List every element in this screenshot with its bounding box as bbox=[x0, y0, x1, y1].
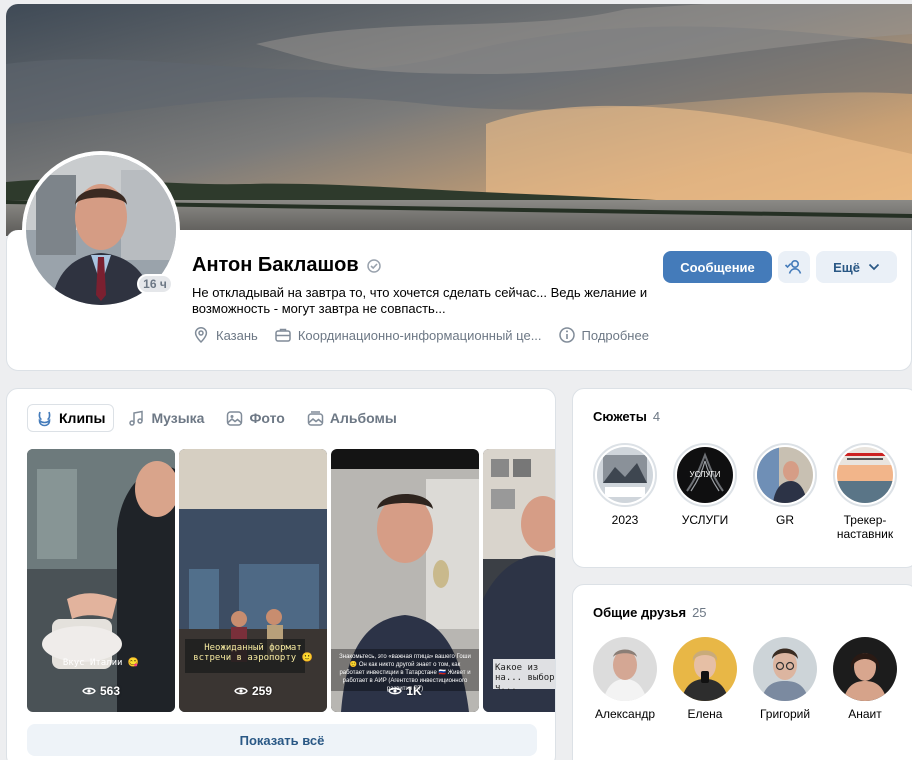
work-item[interactable]: Координационно-информационный це... bbox=[274, 326, 542, 344]
clip-item[interactable]: Знакомьтесь, это «важная птица» вашего Г… bbox=[331, 449, 479, 712]
friend-name: Александр bbox=[594, 707, 656, 721]
story-label: 2023 bbox=[611, 513, 639, 527]
svg-text:УСЛУГИ: УСЛУГИ bbox=[689, 470, 720, 479]
story-item[interactable]: УСЛУГИ УСЛУГИ bbox=[665, 443, 745, 527]
clip-views-count: 563 bbox=[99, 684, 121, 698]
message-button[interactable]: Сообщение bbox=[663, 251, 772, 283]
briefcase-icon bbox=[275, 328, 291, 342]
photo-icon bbox=[227, 410, 243, 426]
media-tabs: Клипы Музыка Фото Альбомы bbox=[27, 404, 405, 432]
tab-albums-label: Альбомы bbox=[329, 410, 397, 426]
story-item[interactable]: 2023 bbox=[585, 443, 665, 527]
avatar bbox=[673, 637, 737, 701]
tab-clips-label: Клипы bbox=[59, 410, 106, 426]
eye-icon bbox=[82, 687, 96, 695]
stories-card: Сюжеты 4 2023 УСЛУГИ УСЛУГИ GR Трекер-нас… bbox=[572, 388, 912, 568]
tab-photo-label: Фото bbox=[249, 410, 285, 426]
story-label: Трекер-наставник bbox=[836, 513, 894, 541]
story-label: УСЛУГИ bbox=[681, 513, 729, 527]
user-check-icon bbox=[784, 259, 802, 274]
chevron-down-icon bbox=[868, 263, 880, 271]
avatar bbox=[593, 637, 657, 701]
profile-name: Антон Баклашов bbox=[192, 254, 381, 277]
clip-item[interactable]: Какое из на... выбор ч... bbox=[483, 449, 555, 712]
clip-views-count: 1K bbox=[406, 684, 422, 698]
profile-name-text: Антон Баклашов bbox=[192, 254, 359, 276]
friend-name: Григорий bbox=[759, 707, 811, 721]
clip-views: 259 bbox=[179, 684, 327, 698]
tab-clips[interactable]: Клипы bbox=[27, 404, 115, 432]
avatar bbox=[753, 637, 817, 701]
stories-title-label: Сюжеты bbox=[593, 409, 647, 424]
clips-icon bbox=[38, 411, 51, 426]
more-info-item[interactable]: Подробнее bbox=[558, 326, 649, 344]
more-info-label: Подробнее bbox=[581, 327, 649, 343]
location-icon bbox=[194, 327, 208, 344]
info-icon bbox=[558, 327, 575, 343]
more-button[interactable]: Ещё bbox=[816, 251, 897, 283]
clip-item[interactable]: Неожиданный формат встречи в аэропорту 🙂… bbox=[179, 449, 327, 712]
mutual-friends-card: Общие друзья 25 Александр Елена Григорий … bbox=[572, 584, 912, 760]
stories-title[interactable]: Сюжеты 4 bbox=[593, 409, 660, 424]
eye-icon bbox=[234, 687, 248, 695]
clip-views: 563 bbox=[27, 684, 175, 698]
tab-photo[interactable]: Фото bbox=[218, 404, 292, 432]
friend-item[interactable]: Александр bbox=[585, 637, 665, 721]
eye-icon bbox=[388, 687, 403, 695]
story-label: GR bbox=[776, 513, 794, 527]
verified-icon[interactable] bbox=[366, 258, 381, 273]
story-item[interactable]: GR bbox=[745, 443, 825, 527]
profile-info-row: Казань Координационно-информационный це.… bbox=[192, 326, 649, 344]
friend-status-button[interactable] bbox=[778, 251, 810, 283]
friend-item[interactable]: Григорий bbox=[745, 637, 825, 721]
friend-item[interactable]: Елена bbox=[665, 637, 745, 721]
clip-item[interactable]: Вкус Италии 😋 563 bbox=[27, 449, 175, 712]
tab-music[interactable]: Музыка bbox=[120, 404, 212, 432]
story-badge[interactable]: 16 ч bbox=[137, 274, 173, 294]
friends-title[interactable]: Общие друзья 25 bbox=[593, 605, 707, 620]
city-item[interactable]: Казань bbox=[192, 326, 258, 344]
more-button-label: Ещё bbox=[833, 259, 860, 275]
avatar bbox=[833, 637, 897, 701]
city-label: Казань bbox=[216, 327, 258, 343]
tab-music-label: Музыка bbox=[151, 410, 205, 426]
stories-count: 4 bbox=[652, 409, 661, 424]
clip-caption: Неожиданный формат встречи в аэропорту 🙂 bbox=[193, 643, 313, 663]
clip-views: 1K bbox=[331, 684, 479, 698]
clip-caption: Вкус Италии 😋 bbox=[62, 658, 140, 668]
story-item[interactable]: Трекер-наставник bbox=[825, 443, 905, 541]
friends-count: 25 bbox=[692, 605, 707, 620]
clip-views-count: 259 bbox=[251, 684, 273, 698]
friend-name: Елена bbox=[687, 707, 723, 721]
profile-status: Не откладывай на завтра то, что хочется … bbox=[192, 285, 648, 316]
show-all-button[interactable]: Показать всё bbox=[27, 724, 537, 756]
albums-icon bbox=[307, 410, 324, 426]
clip-caption: Какое из на... выбор ч... bbox=[495, 663, 555, 693]
clips-strip: Вкус Италии 😋 563 Неожиданный формат вст… bbox=[27, 449, 555, 712]
media-card: Клипы Музыка Фото Альбомы Вкус Италии 😋 … bbox=[6, 388, 556, 760]
tab-albums[interactable]: Альбомы bbox=[299, 404, 405, 432]
music-icon bbox=[129, 410, 144, 426]
work-label: Координационно-информационный це... bbox=[297, 327, 542, 343]
friend-name: Анаит bbox=[848, 707, 882, 721]
friend-item[interactable]: Анаит bbox=[825, 637, 905, 721]
friends-title-label: Общие друзья bbox=[593, 605, 687, 620]
